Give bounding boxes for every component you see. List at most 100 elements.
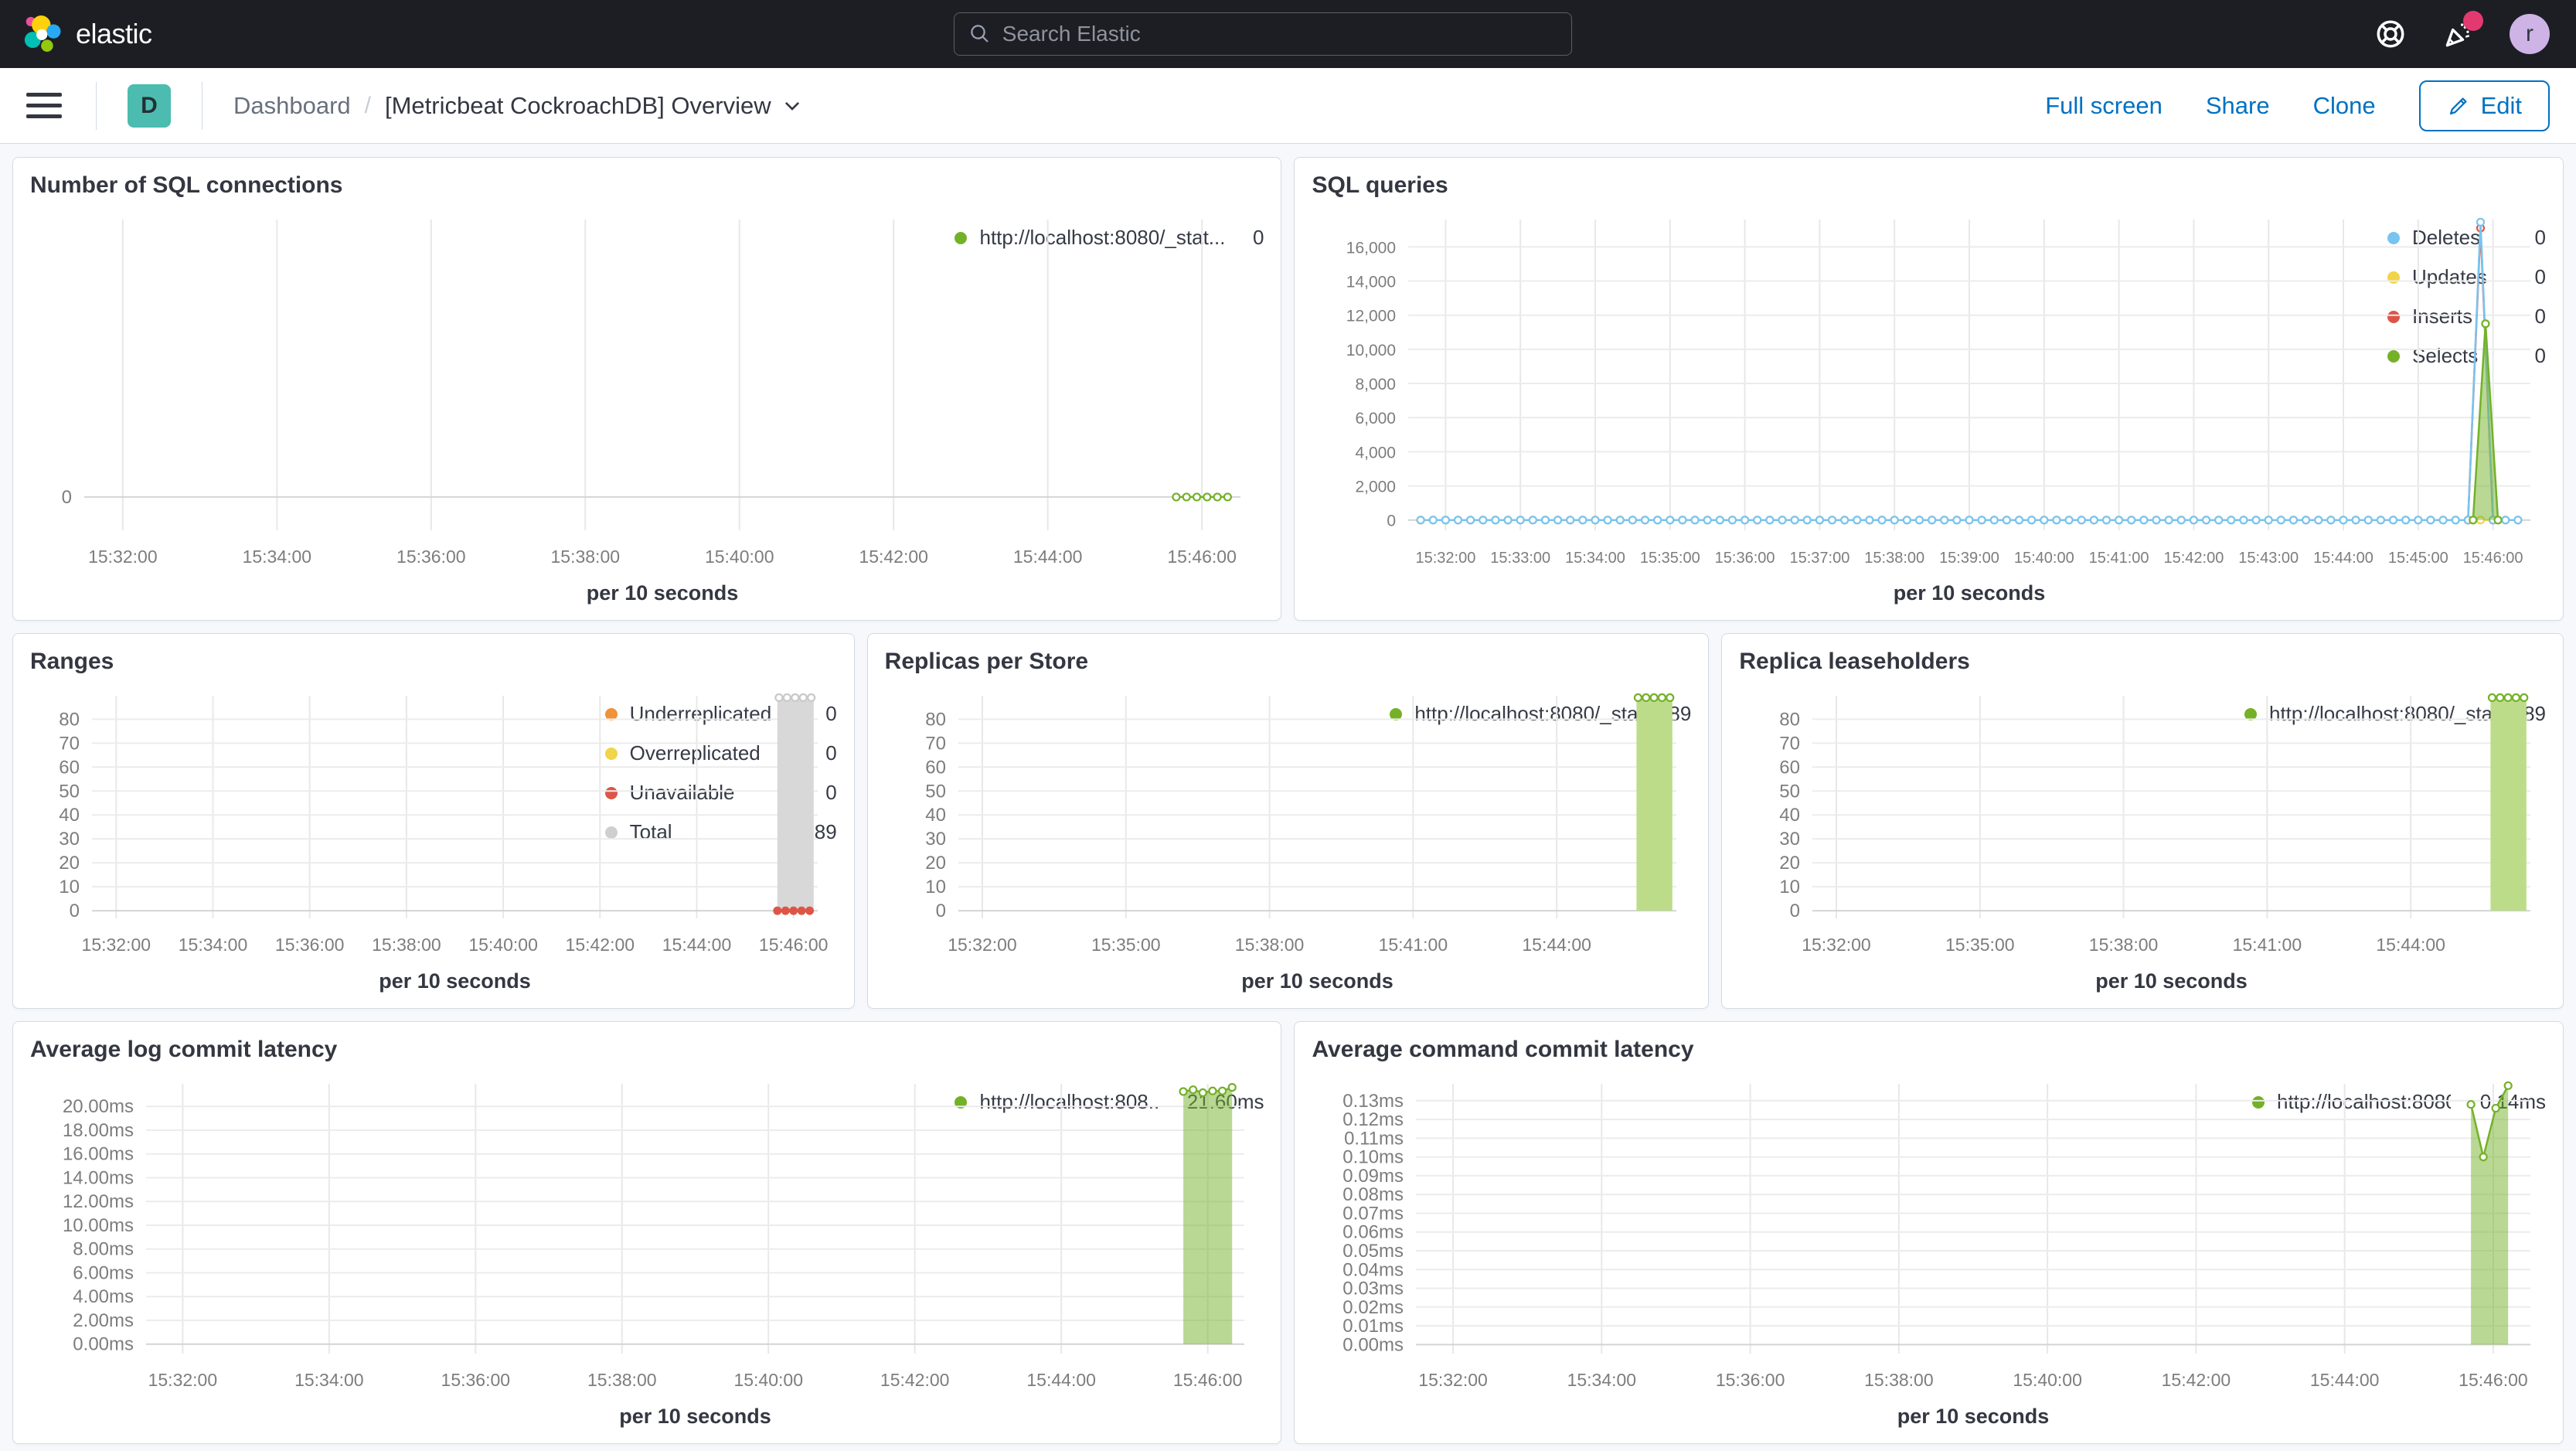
svg-text:0.02ms: 0.02ms bbox=[1343, 1297, 1404, 1318]
search-input[interactable] bbox=[1002, 22, 1557, 46]
svg-text:15:39:00: 15:39:00 bbox=[1940, 550, 2000, 567]
panel-title[interactable]: Average log commit latency bbox=[30, 1036, 1264, 1064]
panel-title[interactable]: Replica leaseholders bbox=[1739, 648, 2546, 676]
whats-new-icon[interactable] bbox=[2442, 11, 2483, 51]
dashboard-toolbar: D Dashboard / [Metricbeat CockroachDB] O… bbox=[0, 68, 2576, 144]
svg-text:15:44:00: 15:44:00 bbox=[2314, 550, 2374, 567]
svg-text:15:38:00: 15:38:00 bbox=[551, 547, 621, 567]
svg-text:10,000: 10,000 bbox=[1346, 342, 1396, 359]
svg-text:15:34:00: 15:34:00 bbox=[243, 547, 312, 567]
svg-text:8.00ms: 8.00ms bbox=[73, 1239, 134, 1260]
chart-avg-log-commit-latency[interactable]: 15:32:00 15:34:00 15:36:00 15:38:00 15:40:00… bbox=[30, 1064, 1244, 1429]
svg-text:0.11ms: 0.11ms bbox=[1345, 1128, 1404, 1149]
svg-text:15:36:00: 15:36:00 bbox=[1716, 1370, 1785, 1390]
svg-text:0.09ms: 0.09ms bbox=[1343, 1166, 1404, 1187]
panel-title[interactable]: Replicas per Store bbox=[885, 648, 1692, 676]
svg-text:20: 20 bbox=[925, 853, 946, 874]
menu-icon[interactable] bbox=[26, 93, 62, 118]
user-avatar[interactable]: r bbox=[2510, 14, 2550, 54]
svg-text:40: 40 bbox=[1780, 805, 1801, 826]
svg-text:15:40:00: 15:40:00 bbox=[705, 547, 774, 567]
svg-text:0.12ms: 0.12ms bbox=[1343, 1109, 1404, 1130]
panel-sql-queries: SQL queries 15:32:00 15:33:00 15:34:00 15:3… bbox=[1294, 157, 2564, 621]
toolbar-divider-left bbox=[96, 81, 97, 130]
svg-text:15:38:00: 15:38:00 bbox=[1865, 1370, 1935, 1390]
svg-text:20.00ms: 20.00ms bbox=[63, 1096, 134, 1117]
header-right-icons: r bbox=[2374, 11, 2554, 54]
panel-title[interactable]: Average command commit latency bbox=[1312, 1036, 2546, 1064]
svg-text:per 10 seconds: per 10 seconds bbox=[379, 969, 531, 993]
svg-text:20: 20 bbox=[1780, 853, 1801, 874]
help-icon[interactable] bbox=[2374, 17, 2408, 51]
svg-text:0.05ms: 0.05ms bbox=[1343, 1241, 1404, 1262]
chart-sql-connections[interactable]: 15:32:00 15:34:00 15:36:00 15:38:00 15:40:00… bbox=[30, 199, 1240, 606]
elastic-logo[interactable]: elastic bbox=[22, 13, 152, 55]
svg-text:0.01ms: 0.01ms bbox=[1343, 1316, 1404, 1337]
panel-avg-command-commit-latency: Average command commit latency 15:32:00 1… bbox=[1294, 1021, 2564, 1444]
svg-text:4,000: 4,000 bbox=[1356, 444, 1397, 462]
svg-text:0: 0 bbox=[935, 901, 945, 921]
svg-text:15:46:00: 15:46:00 bbox=[1173, 1370, 1243, 1390]
svg-text:70: 70 bbox=[1780, 733, 1801, 754]
svg-text:15:46:00: 15:46:00 bbox=[759, 935, 829, 955]
dashboard-app-badge[interactable]: D bbox=[128, 83, 171, 128]
svg-text:15:36:00: 15:36:00 bbox=[1715, 550, 1775, 567]
svg-text:0: 0 bbox=[1387, 513, 1397, 530]
svg-text:0.00ms: 0.00ms bbox=[73, 1334, 134, 1355]
svg-text:0.08ms: 0.08ms bbox=[1343, 1184, 1404, 1205]
svg-text:per 10 seconds: per 10 seconds bbox=[1241, 969, 1393, 993]
svg-text:20: 20 bbox=[59, 853, 80, 874]
svg-text:60: 60 bbox=[1780, 757, 1801, 778]
svg-text:15:44:00: 15:44:00 bbox=[1026, 1370, 1096, 1390]
app-header: elastic Search Elastic r bbox=[0, 0, 2576, 68]
page-title[interactable]: [Metricbeat CockroachDB] Overview bbox=[385, 92, 802, 120]
svg-text:15:40:00: 15:40:00 bbox=[468, 935, 538, 955]
header-search-area bbox=[152, 12, 2374, 56]
svg-text:15:42:00: 15:42:00 bbox=[880, 1370, 950, 1390]
global-search[interactable] bbox=[953, 12, 1572, 56]
svg-text:10.00ms: 10.00ms bbox=[63, 1215, 134, 1236]
svg-text:15:42:00: 15:42:00 bbox=[859, 547, 928, 567]
chart-replicas-per-store[interactable]: 15:32:00 15:35:00 15:38:00 15:41:00 15:44:00… bbox=[885, 676, 1676, 994]
chart-replica-leaseholders[interactable]: 15:32:00 15:35:00 15:38:00 15:41:00 15:44:00… bbox=[1739, 676, 2531, 994]
svg-text:15:38:00: 15:38:00 bbox=[587, 1370, 657, 1390]
svg-text:2,000: 2,000 bbox=[1356, 479, 1397, 496]
svg-text:50: 50 bbox=[59, 781, 80, 802]
breadcrumb-dashboard[interactable]: Dashboard bbox=[233, 92, 351, 120]
svg-text:15:33:00: 15:33:00 bbox=[1491, 550, 1551, 567]
svg-text:15:32:00: 15:32:00 bbox=[1802, 935, 1872, 955]
svg-text:15:32:00: 15:32:00 bbox=[1419, 1370, 1489, 1390]
svg-text:10: 10 bbox=[925, 877, 946, 898]
panel-title[interactable]: Ranges bbox=[30, 648, 837, 676]
chart-avg-command-commit-latency[interactable]: 15:32:00 15:34:00 15:36:00 15:38:00 15:40:00… bbox=[1312, 1064, 2531, 1429]
panel-ranges: Ranges 15:32:00 15:34:00 15:36:00 15:38:00 1… bbox=[12, 633, 855, 1009]
svg-text:15:38:00: 15:38:00 bbox=[1865, 550, 1925, 567]
svg-text:15:37:00: 15:37:00 bbox=[1790, 550, 1850, 567]
svg-text:15:32:00: 15:32:00 bbox=[948, 935, 1017, 955]
svg-text:15:36:00: 15:36:00 bbox=[441, 1370, 511, 1390]
edit-button[interactable]: Edit bbox=[2418, 80, 2550, 131]
share-button[interactable]: Share bbox=[2206, 92, 2270, 120]
breadcrumb: Dashboard / [Metricbeat CockroachDB] Ove… bbox=[233, 92, 802, 120]
chart-ranges[interactable]: 15:32:00 15:34:00 15:36:00 15:38:00 15:40:00… bbox=[30, 676, 828, 994]
svg-text:50: 50 bbox=[1780, 781, 1801, 802]
avatar-initial: r bbox=[2526, 21, 2533, 46]
svg-text:15:41:00: 15:41:00 bbox=[2233, 935, 2302, 955]
svg-text:10: 10 bbox=[1780, 877, 1801, 898]
clone-button[interactable]: Clone bbox=[2313, 92, 2376, 120]
toolbar-actions: Full screen Share Clone Edit bbox=[2045, 80, 2550, 131]
svg-text:70: 70 bbox=[59, 733, 80, 754]
svg-text:2.00ms: 2.00ms bbox=[73, 1310, 134, 1331]
svg-text:60: 60 bbox=[925, 757, 946, 778]
chart-sql-queries[interactable]: 15:32:00 15:33:00 15:34:00 15:35:00 15:36:00… bbox=[1312, 199, 2531, 606]
svg-text:40: 40 bbox=[59, 805, 80, 826]
svg-text:10: 10 bbox=[59, 877, 80, 898]
svg-text:15:38:00: 15:38:00 bbox=[2089, 935, 2159, 955]
full-screen-button[interactable]: Full screen bbox=[2045, 92, 2163, 120]
svg-text:50: 50 bbox=[925, 781, 946, 802]
panel-title[interactable]: SQL queries bbox=[1312, 172, 2546, 199]
panel-title[interactable]: Number of SQL connections bbox=[30, 172, 1264, 199]
svg-text:0.13ms: 0.13ms bbox=[1343, 1091, 1404, 1112]
svg-text:15:44:00: 15:44:00 bbox=[662, 935, 732, 955]
svg-text:15:34:00: 15:34:00 bbox=[1567, 1370, 1637, 1390]
